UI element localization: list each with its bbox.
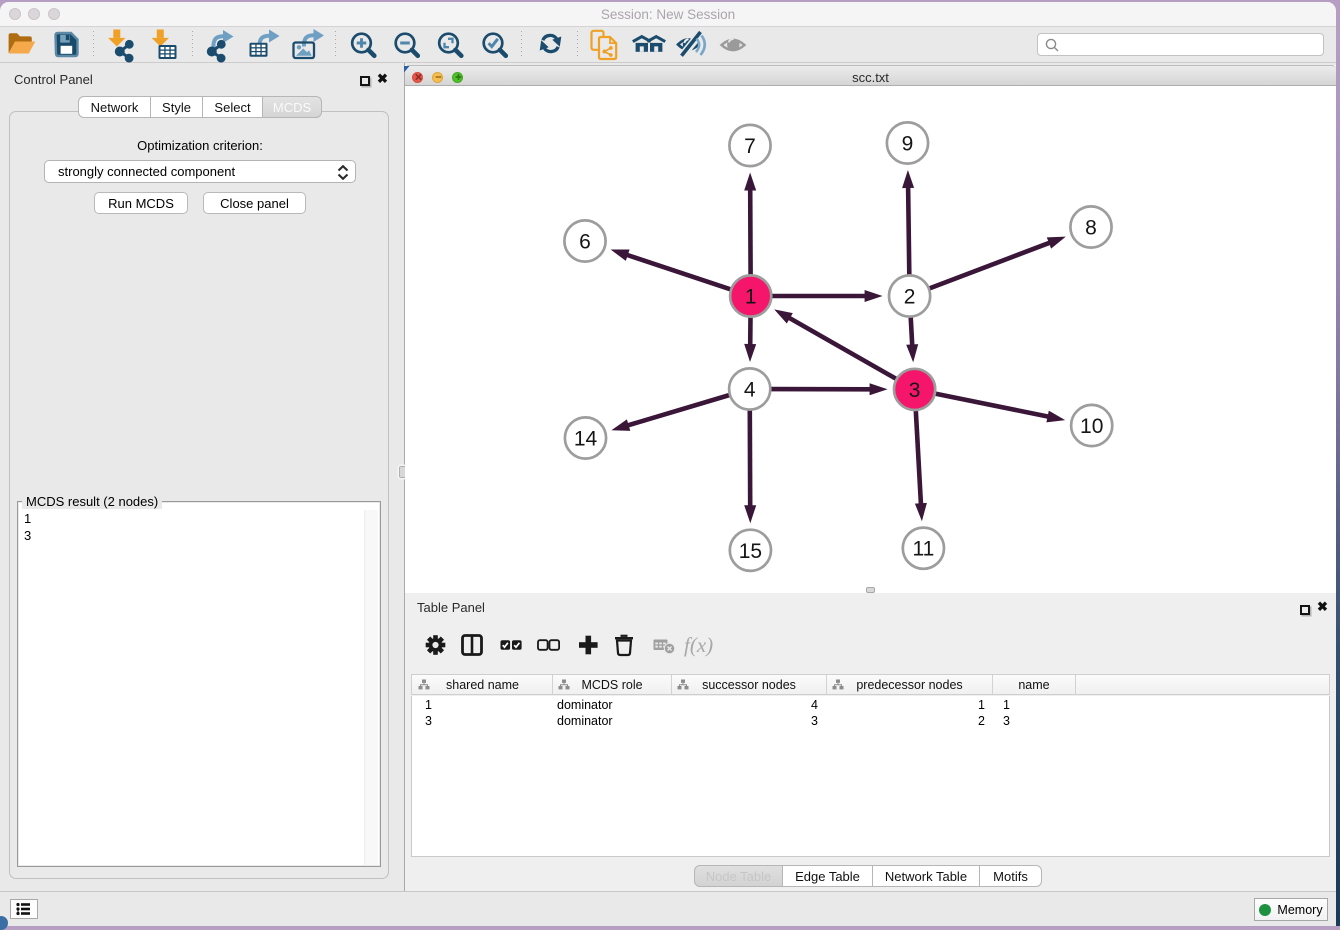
svg-text:14: 14 [574, 428, 598, 451]
svg-text:4: 4 [744, 379, 756, 402]
svg-text:3: 3 [909, 379, 921, 402]
svg-text:8: 8 [1085, 217, 1097, 240]
svg-text:11: 11 [912, 538, 934, 561]
svg-text:6: 6 [579, 231, 591, 254]
svg-text:9: 9 [902, 133, 914, 156]
svg-text:f(x): f(x) [684, 633, 713, 657]
svg-text:2: 2 [904, 286, 916, 309]
svg-text:7: 7 [744, 135, 756, 158]
svg-text:1: 1 [745, 286, 757, 309]
svg-text:15: 15 [739, 540, 762, 563]
svg-text:10: 10 [1080, 415, 1103, 438]
